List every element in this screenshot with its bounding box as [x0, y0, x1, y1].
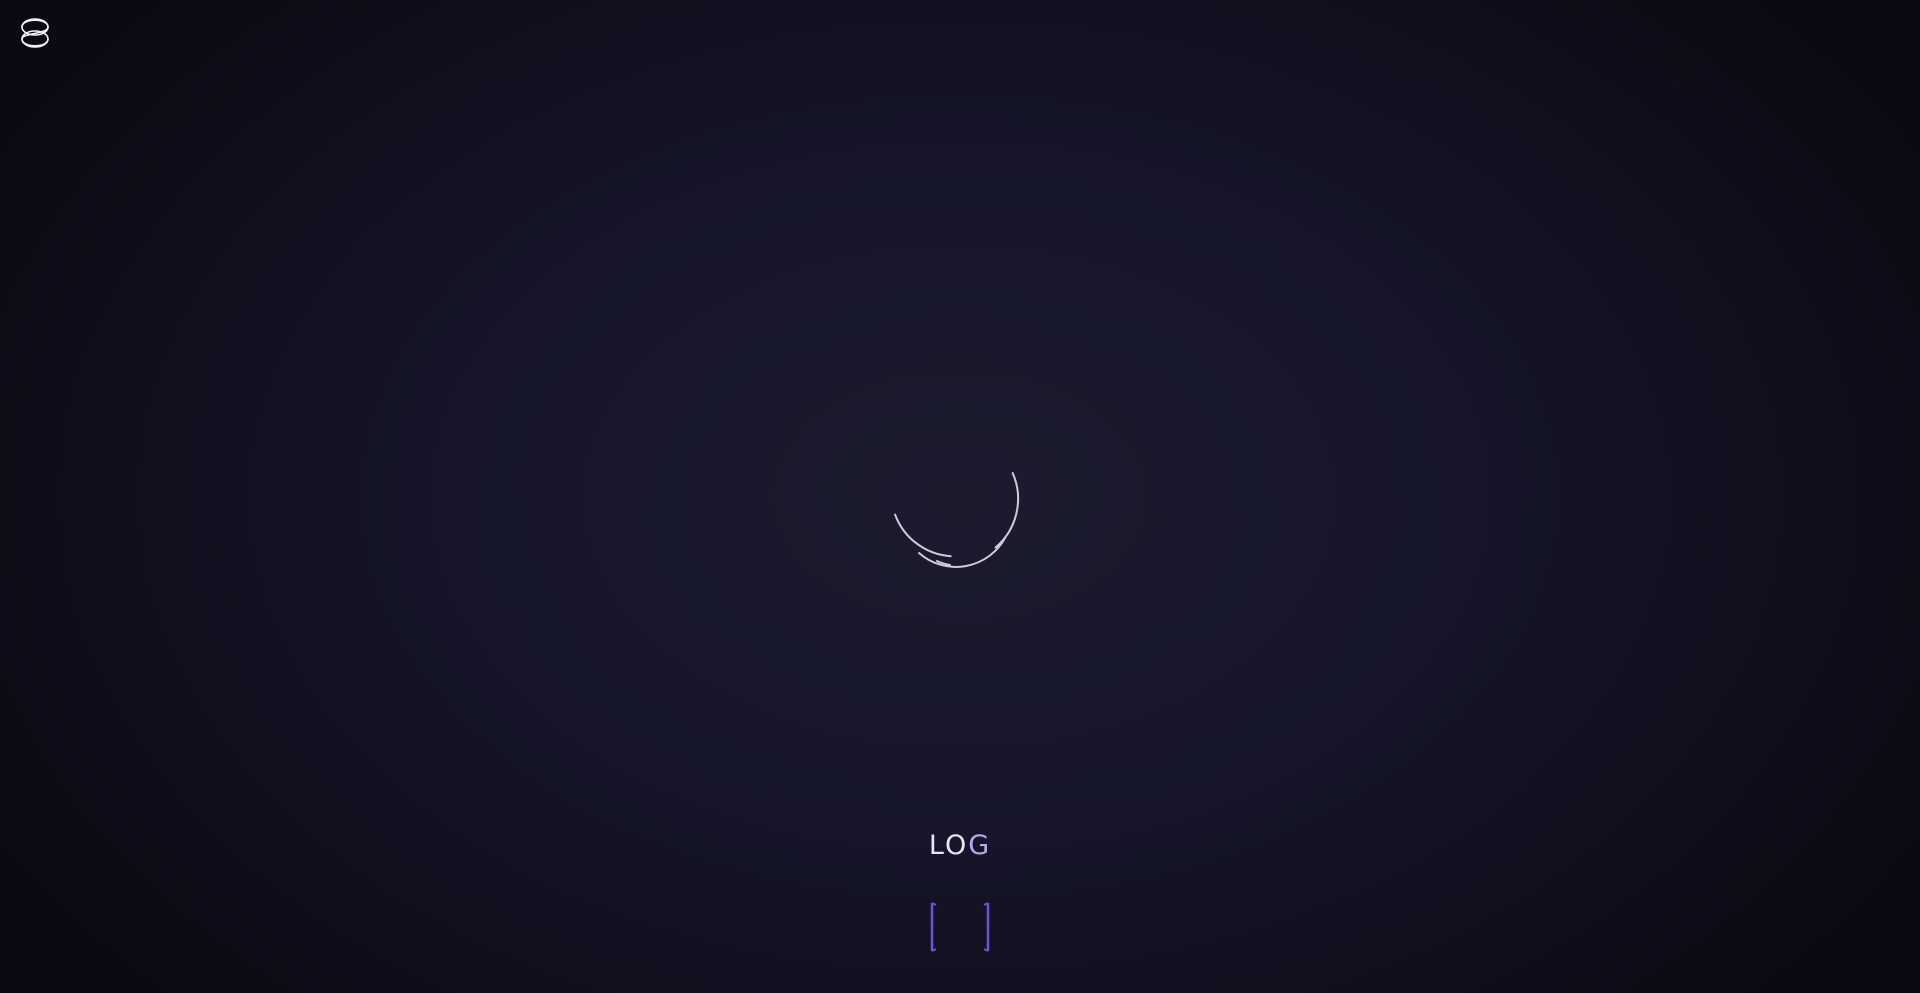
spinner-svg	[894, 472, 1020, 568]
loading-label-part1: LO	[928, 830, 969, 861]
spinner-arc-outer-right	[994, 472, 1020, 549]
spinner-arc-outer-left	[894, 513, 952, 558]
bracket-frame-svg	[930, 902, 990, 952]
brand-logo-icon[interactable]	[16, 14, 54, 52]
brand-logo-svg	[21, 18, 49, 48]
loading-spinner-icon	[888, 456, 1028, 596]
loading-label-part2: G	[968, 830, 992, 861]
bracket-frame-icon	[928, 901, 992, 953]
loading-status-label: LOG	[0, 828, 1920, 864]
